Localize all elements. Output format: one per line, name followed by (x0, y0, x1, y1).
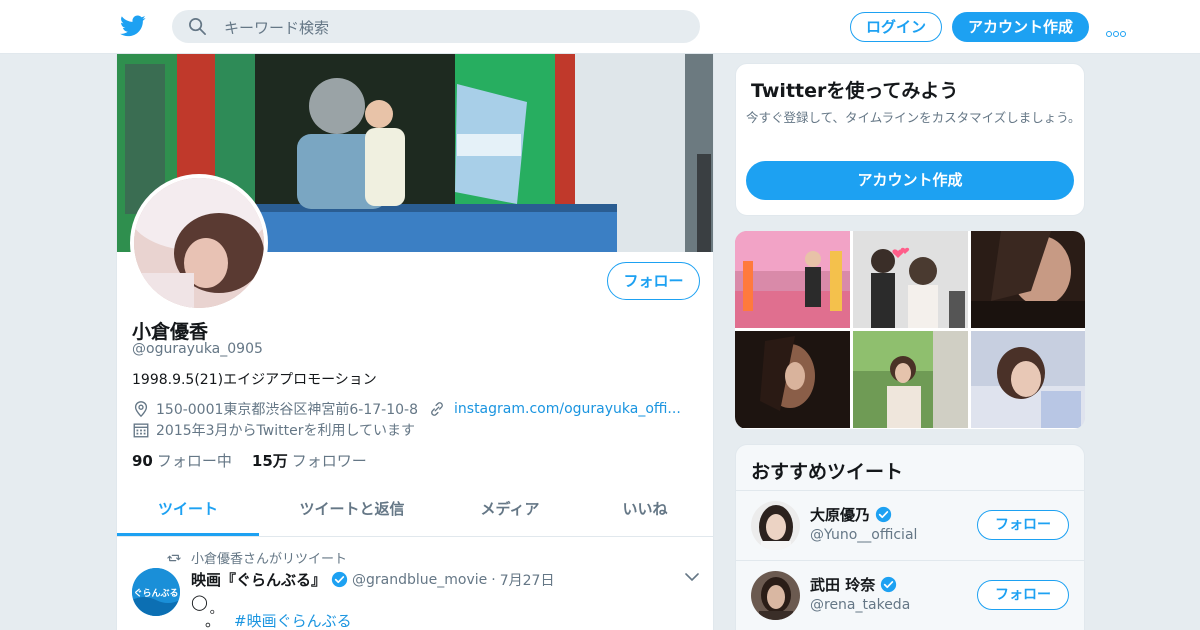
recommended-user-name[interactable]: 大原優乃 (810, 504, 870, 525)
tweet-author-handle[interactable]: @grandblue_movie (352, 572, 487, 588)
profile-stats: 90 フォロー中 15万 フォロワー (132, 450, 367, 471)
verified-icon (331, 571, 348, 588)
follow-button[interactable]: フォロー (607, 262, 700, 300)
tweet-author-name[interactable]: 映画『ぐらんぶる』 (191, 569, 326, 590)
search-box[interactable]: キーワード検索 (172, 10, 700, 43)
profile-location: 150-0001東京都渋谷区神宮前6-17-10-8 (156, 402, 419, 418)
media-thumbnail[interactable] (971, 231, 1085, 328)
verified-icon (875, 506, 892, 523)
tweet-hashtag[interactable]: #映画ぐらんぶる (234, 612, 352, 630)
retweet-icon (167, 554, 181, 561)
profile-location-row: 150-0001東京都渋谷区神宮前6-17-10-8 instagram.com… (132, 399, 681, 419)
try-twitter-title: Twitterを使ってみよう (751, 80, 959, 102)
profile-name[interactable]: 小倉優香 (132, 317, 208, 344)
recommended-user-name-row: 大原優乃 (810, 504, 892, 525)
signup-button[interactable]: アカウント作成 (952, 12, 1089, 42)
tab-media[interactable]: メディア (445, 484, 575, 536)
tab-tweets[interactable]: ツイート (117, 484, 259, 536)
top-navigation-bar: キーワード検索 ログイン アカウント作成 (0, 0, 1200, 54)
recommended-user-name[interactable]: 武田 玲奈 (810, 574, 875, 595)
followers-link[interactable]: 15万 フォロワー (252, 452, 367, 470)
follow-button[interactable]: フォロー (977, 580, 1069, 610)
tweet-separator: · (491, 571, 496, 588)
tab-tweets-and-replies[interactable]: ツイートと返信 (259, 484, 445, 536)
retweet-context-text[interactable]: 小倉優香さんがリツイート (191, 548, 347, 567)
media-thumbnail[interactable] (735, 231, 850, 328)
profile-column: フォロー 小倉優香 @ogurayuka_0905 1998.9.5(21)エイ… (116, 54, 714, 630)
profile-tabs: ツイート ツイートと返信 メディア いいね (117, 484, 713, 537)
avatar[interactable] (751, 501, 800, 550)
recommended-tweets-card: おすすめツイート 大原優乃 @Yuno__official フォロー 武田 玲奈… (735, 444, 1085, 630)
profile-bio: 1998.9.5(21)エイジアプロモーション (132, 372, 377, 388)
following-link[interactable]: 90 フォロー中 (132, 452, 232, 470)
location-icon (134, 401, 148, 418)
recommended-user-row[interactable]: 武田 玲奈 @rena_takeda フォロー (736, 560, 1084, 630)
tweet-header: 映画『ぐらんぶる』 @grandblue_movie · 7月27日 (191, 569, 554, 590)
media-photo-grid (735, 231, 1085, 429)
media-thumbnail[interactable] (735, 331, 850, 428)
try-twitter-description: 今すぐ登録して、タイムラインをカスタマイズしましょう。 (746, 110, 1081, 125)
tweet-author-avatar[interactable]: ぐらんぶる (132, 568, 180, 616)
media-thumbnail[interactable] (853, 331, 968, 428)
search-input[interactable]: キーワード検索 (224, 17, 329, 38)
profile-handle[interactable]: @ogurayuka_0905 (132, 341, 263, 357)
profile-url-link[interactable]: instagram.com/ogurayuka_offi... (454, 401, 681, 417)
try-twitter-card: Twitterを使ってみよう 今すぐ登録して、タイムラインをカスタマイズしましょ… (735, 63, 1085, 216)
profile-joined-date: 2015年3月からTwitterを利用しています (156, 423, 416, 439)
media-thumbnail[interactable] (853, 231, 968, 328)
more-icon[interactable] (1106, 22, 1130, 37)
create-account-button[interactable]: アカウント作成 (746, 161, 1074, 200)
login-button[interactable]: ログイン (850, 12, 942, 42)
retweet-context: 小倉優香さんがリツイート (167, 548, 347, 567)
recommended-tweets-title: おすすめツイート (751, 461, 904, 483)
tweet-text-line-2: 。 #映画ぐらんぶる (205, 612, 352, 630)
twitter-bird-icon[interactable] (120, 13, 146, 39)
recommended-user-name-row: 武田 玲奈 (810, 574, 897, 595)
tweet-author-avatar-text: ぐらんぶる (133, 588, 178, 598)
search-icon (189, 18, 206, 35)
recommended-user-handle[interactable]: @rena_takeda (810, 597, 910, 613)
recommended-user-handle[interactable]: @Yuno__official (810, 527, 917, 543)
following-count: 90 (132, 452, 153, 470)
media-thumbnail[interactable] (971, 331, 1085, 428)
calendar-icon (133, 423, 149, 438)
tweet-date[interactable]: 7月27日 (500, 570, 555, 590)
tab-likes[interactable]: いいね (575, 484, 713, 536)
followers-label: フォロワー (291, 452, 367, 470)
verified-icon (881, 576, 897, 593)
avatar[interactable] (751, 571, 800, 620)
follow-button[interactable]: フォロー (977, 510, 1069, 540)
chevron-down-icon[interactable] (685, 572, 699, 582)
recommended-user-row[interactable]: 大原優乃 @Yuno__official フォロー (736, 490, 1084, 560)
link-icon (431, 402, 443, 416)
tweet-text-line-1: ◯。 (191, 593, 223, 617)
followers-count: 15万 (251, 452, 288, 470)
profile-avatar[interactable] (130, 174, 268, 312)
following-label: フォロー中 (156, 452, 232, 470)
profile-joined-row: 2015年3月からTwitterを利用しています (132, 420, 415, 440)
